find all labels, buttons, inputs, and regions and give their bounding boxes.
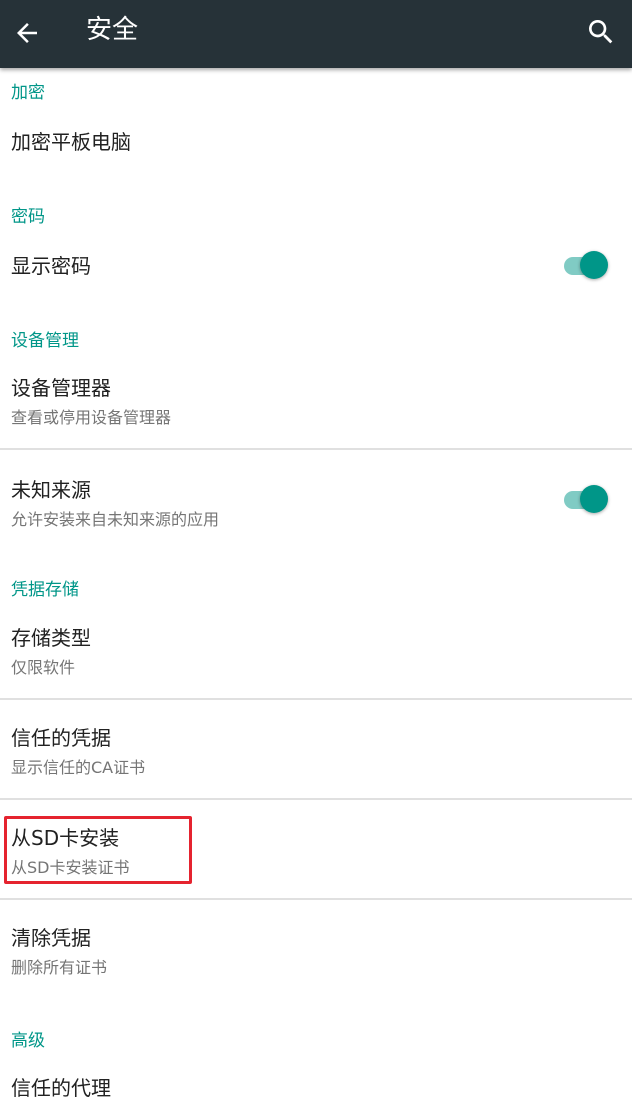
highlight-box [4, 816, 192, 884]
section-header-device-admin: 设备管理 [11, 331, 79, 351]
divider [0, 798, 632, 800]
setting-subtitle: 显示信任的CA证书 [11, 758, 146, 777]
setting-title: 清除凭据 [11, 926, 91, 950]
setting-title: 信任的凭据 [11, 726, 111, 750]
section-header-encryption: 加密 [11, 83, 45, 103]
setting-trust-agents[interactable]: 信任的代理 [0, 1060, 632, 1102]
setting-subtitle: 查看或停用设备管理器 [11, 408, 172, 427]
setting-unknown-sources[interactable]: 未知来源 允许安装来自未知来源的应用 [0, 462, 632, 540]
setting-show-password[interactable]: 显示密码 [0, 236, 632, 292]
setting-clear-credentials[interactable]: 清除凭据 删除所有证书 [0, 910, 632, 998]
setting-title: 显示密码 [11, 254, 91, 278]
setting-title: 设备管理器 [11, 376, 111, 400]
search-icon[interactable] [585, 16, 617, 48]
setting-trusted-credentials[interactable]: 信任的凭据 显示信任的CA证书 [0, 710, 632, 798]
divider [0, 448, 632, 450]
divider [0, 698, 632, 700]
arrow-back-icon[interactable] [12, 18, 42, 48]
setting-device-administrators[interactable]: 设备管理器 查看或停用设备管理器 [0, 360, 632, 448]
setting-subtitle: 删除所有证书 [11, 958, 108, 977]
setting-title: 未知来源 [11, 478, 91, 502]
section-header-credential-storage: 凭据存储 [11, 580, 79, 600]
app-bar: 安全 [0, 0, 632, 68]
setting-title: 加密平板电脑 [11, 130, 131, 154]
toggle-thumb [580, 485, 608, 513]
setting-storage-type[interactable]: 存储类型 仅限软件 [0, 610, 632, 698]
toggle-thumb [580, 251, 608, 279]
unknown-sources-toggle[interactable] [562, 483, 608, 513]
show-password-toggle[interactable] [562, 249, 608, 279]
divider [0, 898, 632, 900]
section-header-advanced: 高级 [11, 1031, 45, 1051]
setting-subtitle: 允许安装来自未知来源的应用 [11, 510, 220, 529]
setting-encrypt-tablet[interactable]: 加密平板电脑 [0, 112, 632, 172]
setting-title: 存储类型 [11, 626, 91, 650]
page-title: 安全 [86, 15, 139, 45]
setting-subtitle: 仅限软件 [11, 658, 76, 677]
section-header-passwords: 密码 [11, 207, 45, 227]
setting-title: 信任的代理 [11, 1076, 111, 1100]
